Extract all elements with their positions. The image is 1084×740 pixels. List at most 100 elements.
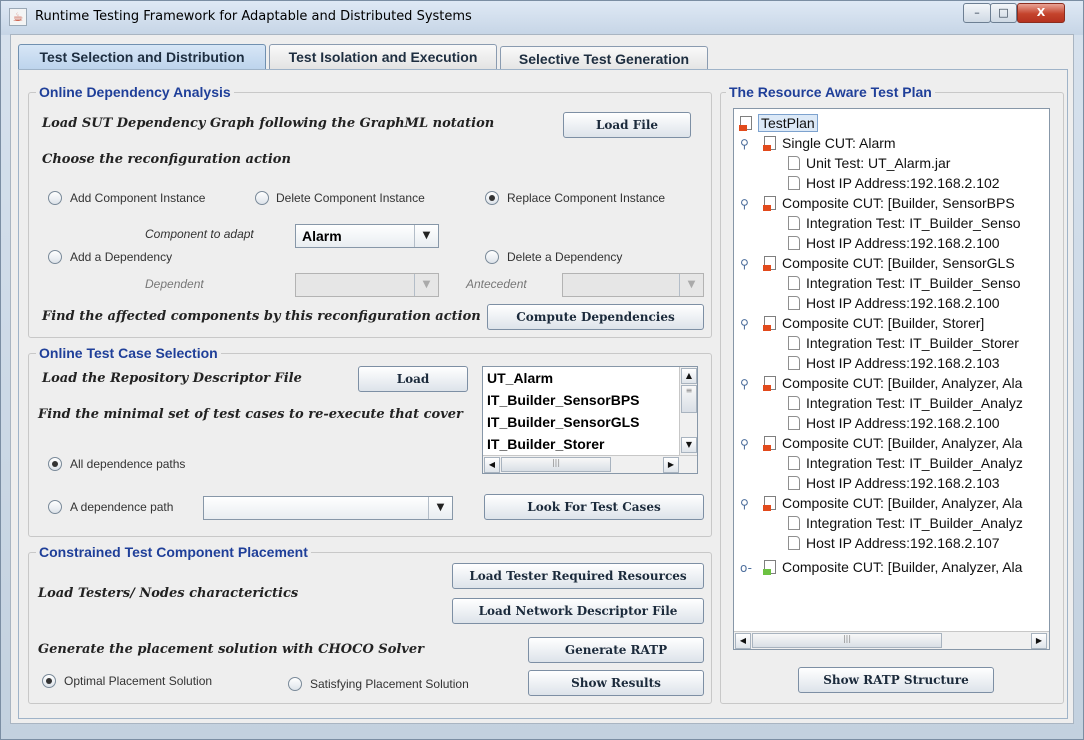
expand-handle-icon[interactable]: ⚲ <box>740 497 749 511</box>
vertical-scrollbar[interactable]: ▲ ≡ ▼ <box>679 367 697 455</box>
horizontal-scrollbar[interactable]: ◀ ||| ▶ <box>483 455 697 473</box>
tree-leaf-label: Host IP Address:192.168.2.100 <box>806 415 1000 431</box>
maximize-button[interactable]: □ <box>990 3 1017 23</box>
scroll-down-icon[interactable]: ▼ <box>681 437 697 453</box>
close-button[interactable]: X <box>1017 3 1065 23</box>
tree-leaf[interactable]: Host IP Address:192.168.2.107 <box>788 535 1000 554</box>
tree-leaf[interactable]: Host IP Address:192.168.2.103 <box>788 475 1000 494</box>
add-dependency-radio[interactable] <box>48 250 62 264</box>
all-paths-label: All dependence paths <box>70 457 186 471</box>
generate-ratp-button[interactable]: Generate RATP <box>528 637 704 663</box>
tree-leaf[interactable]: Unit Test: UT_Alarm.jar <box>788 155 950 174</box>
scroll-left-icon[interactable]: ◀ <box>735 633 751 649</box>
optimal-solution-radio[interactable] <box>42 674 56 688</box>
show-ratp-structure-button[interactable]: Show RATP Structure <box>798 667 994 693</box>
tree-leaf[interactable]: Integration Test: IT_Builder_Analyz <box>788 515 1023 534</box>
expand-handle-icon[interactable]: ⚲ <box>740 377 749 391</box>
file-icon <box>788 356 800 370</box>
find-minimal-label: Find the minimal set of test cases to re… <box>38 407 463 422</box>
tab-test-isolation[interactable]: Test Isolation and Execution <box>269 44 497 70</box>
expand-handle-icon[interactable]: ⚲ <box>740 137 749 151</box>
expand-handle-icon[interactable]: ⚲ <box>740 437 749 451</box>
dependent-label: Dependent <box>145 277 204 291</box>
one-path-radio[interactable] <box>48 500 62 514</box>
scroll-right-icon[interactable]: ▶ <box>663 457 679 473</box>
component-to-adapt-combo[interactable]: Alarm ▼ <box>295 224 439 248</box>
antecedent-label: Antecedent <box>466 277 527 291</box>
satisfying-solution-radio[interactable] <box>288 677 302 691</box>
tree-leaf[interactable]: Integration Test: IT_Builder_Analyz <box>788 395 1023 414</box>
show-results-button[interactable]: Show Results <box>528 670 704 696</box>
tree-node-cut[interactable]: Composite CUT: [Builder, SensorGLS <box>763 255 1015 274</box>
scroll-right-icon[interactable]: ▶ <box>1031 633 1047 649</box>
tree-node-cut[interactable]: Composite CUT: [Builder, Storer] <box>763 315 985 334</box>
delete-dependency-radio[interactable] <box>485 250 499 264</box>
replace-instance-radio[interactable] <box>485 191 499 205</box>
file-icon <box>788 396 800 410</box>
list-item[interactable]: IT_Builder_SensorGLS <box>487 414 639 430</box>
antecedent-combo[interactable]: ▼ <box>562 273 704 297</box>
delete-dependency-label: Delete a Dependency <box>507 250 623 264</box>
tab-test-selection[interactable]: Test Selection and Distribution <box>18 44 266 70</box>
all-paths-radio[interactable] <box>48 457 62 471</box>
dependency-group-title: Online Dependency Analysis <box>36 84 234 100</box>
list-item[interactable]: UT_Alarm <box>487 370 553 386</box>
tree-leaf[interactable]: Host IP Address:192.168.2.100 <box>788 415 1000 434</box>
expand-handle-icon[interactable]: ⚲ <box>740 317 749 331</box>
tree-node-cut[interactable]: Composite CUT: [Builder, Analyzer, Ala <box>763 559 1022 578</box>
java-icon: ☕ <box>9 8 27 26</box>
file-icon <box>788 176 800 190</box>
list-item[interactable]: IT_Builder_SensorBPS <box>487 392 640 408</box>
find-affected-label: Find the affected components by this rec… <box>42 309 481 324</box>
minimize-button[interactable]: – <box>963 3 991 23</box>
tree-leaf[interactable]: Integration Test: IT_Builder_Storer <box>788 335 1019 354</box>
test-plan-tree[interactable]: TestPlan ⚲ Single CUT: Alarm Unit Test: … <box>733 108 1050 650</box>
dependent-combo[interactable]: ▼ <box>295 273 439 297</box>
chevron-down-icon: ▼ <box>414 225 438 247</box>
test-cases-list[interactable]: UT_Alarm IT_Builder_SensorBPS IT_Builder… <box>482 366 698 474</box>
load-repo-button[interactable]: Load <box>358 366 468 392</box>
tree-leaf[interactable]: Host IP Address:192.168.2.103 <box>788 355 1000 374</box>
expand-handle-icon[interactable]: ⚲ <box>740 257 749 271</box>
scroll-thumb[interactable]: ||| <box>501 457 611 472</box>
tree-leaf-label: Unit Test: UT_Alarm.jar <box>806 155 951 171</box>
scroll-thumb[interactable]: ||| <box>752 633 942 648</box>
tree-node-cut[interactable]: Composite CUT: [Builder, Analyzer, Ala <box>763 435 1022 454</box>
list-item[interactable]: IT_Builder_Storer <box>487 436 604 452</box>
tree-node-label: Composite CUT: [Builder, Storer] <box>782 315 985 331</box>
expand-handle-icon[interactable]: ⚲ <box>740 197 749 211</box>
placement-group-title: Constrained Test Component Placement <box>36 544 311 560</box>
tree-leaf-label: Integration Test: IT_Builder_Senso <box>806 275 1021 291</box>
tree-leaf[interactable]: Host IP Address:192.168.2.100 <box>788 235 1000 254</box>
chevron-down-icon: ▼ <box>414 274 438 296</box>
load-network-descriptor-button[interactable]: Load Network Descriptor File <box>452 598 704 624</box>
file-icon <box>788 536 800 550</box>
tree-node-cut[interactable]: Composite CUT: [Builder, Analyzer, Ala <box>763 495 1022 514</box>
look-for-test-cases-button[interactable]: Look For Test Cases <box>484 494 704 520</box>
compute-dependencies-button[interactable]: Compute Dependencies <box>487 304 704 330</box>
tree-leaf[interactable]: Host IP Address:192.168.2.100 <box>788 295 1000 314</box>
tree-leaf[interactable]: Integration Test: IT_Builder_Senso <box>788 275 1021 294</box>
scroll-left-icon[interactable]: ◀ <box>484 457 500 473</box>
satisfying-solution-label: Satisfying Placement Solution <box>310 677 469 691</box>
dependence-path-combo[interactable]: ▼ <box>203 496 453 520</box>
folder-icon <box>763 376 776 391</box>
load-file-button[interactable]: Load File <box>563 112 691 138</box>
tree-node-root[interactable]: TestPlan <box>739 114 818 134</box>
tree-node-cut[interactable]: Composite CUT: [Builder, Analyzer, Ala <box>763 375 1022 394</box>
tree-leaf[interactable]: Integration Test: IT_Builder_Senso <box>788 215 1021 234</box>
title-bar: ☕ Runtime Testing Framework for Adaptabl… <box>1 1 1083 35</box>
component-to-adapt-label: Component to adapt <box>145 227 254 241</box>
tree-leaf[interactable]: Integration Test: IT_Builder_Analyz <box>788 455 1023 474</box>
load-tester-resources-button[interactable]: Load Tester Required Resources <box>452 563 704 589</box>
tree-node-cut[interactable]: Composite CUT: [Builder, SensorBPS <box>763 195 1015 214</box>
scroll-thumb[interactable]: ≡ <box>681 385 697 413</box>
file-icon <box>788 276 800 290</box>
delete-instance-radio[interactable] <box>255 191 269 205</box>
add-instance-radio[interactable] <box>48 191 62 205</box>
collapsed-handle-icon[interactable]: o- <box>740 561 752 575</box>
tree-leaf[interactable]: Host IP Address:192.168.2.102 <box>788 175 1000 194</box>
scroll-up-icon[interactable]: ▲ <box>681 368 697 384</box>
horizontal-scrollbar[interactable]: ◀ ||| ▶ <box>734 631 1049 649</box>
tree-node-cut[interactable]: Single CUT: Alarm <box>763 135 896 154</box>
